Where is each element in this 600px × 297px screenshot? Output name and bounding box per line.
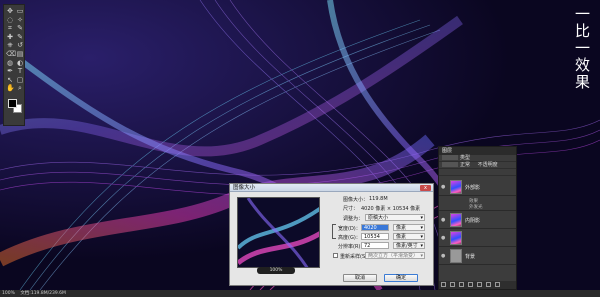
height-label: 高度(G)： <box>338 235 361 241</box>
folder-icon[interactable] <box>477 282 482 287</box>
layer-item[interactable]: ● <box>439 230 516 247</box>
layer-thumbnail <box>450 180 462 194</box>
effect-item: 外发光 <box>469 205 483 210</box>
stamp-icon[interactable]: ⎈ <box>6 42 14 49</box>
status-zoom[interactable]: 100% <box>2 291 15 296</box>
foreground-color-swatch[interactable] <box>8 99 17 108</box>
lasso-icon[interactable]: ◌ <box>6 16 14 24</box>
image-size-label: 图像大小： <box>343 197 369 203</box>
hand-icon[interactable]: ✋ <box>6 85 15 92</box>
dialog-title: 图像大小 <box>230 184 433 192</box>
visibility-eye-icon[interactable]: ● <box>441 184 447 190</box>
layer-thumbnail <box>450 213 462 227</box>
crop-icon[interactable]: ⌗ <box>6 25 14 32</box>
zoom-level: 100% <box>269 268 283 273</box>
dodge-icon[interactable]: ◐ <box>16 59 24 67</box>
blur-icon[interactable]: ◍ <box>6 59 14 67</box>
resample-checkbox[interactable] <box>333 253 338 258</box>
visibility-eye-icon[interactable]: ● <box>441 235 447 241</box>
visibility-eye-icon[interactable]: ● <box>441 217 447 223</box>
gradient-icon[interactable]: ▤ <box>16 51 24 58</box>
fit-label: 调整为： <box>343 216 364 222</box>
layers-panel: 图层 类型 正常 不透明度 ● 外部影 效果 外发光 ● 内阴影 ● ● 背景 <box>438 146 517 290</box>
lock-row <box>439 169 516 176</box>
layer-effects[interactable]: 效果 外发光 <box>439 197 516 211</box>
height-unit-dropdown[interactable]: 像素 <box>393 233 425 240</box>
layer-name: 内阴影 <box>465 218 481 224</box>
adjustment-icon[interactable] <box>468 282 473 287</box>
close-button[interactable]: x <box>420 185 431 191</box>
resolution-input[interactable]: 72 <box>361 242 389 249</box>
link-layers-icon[interactable] <box>441 282 446 287</box>
layers-filter-row[interactable]: 类型 <box>439 155 516 162</box>
layer-thumbnail <box>450 249 462 263</box>
dimensions-label: 尺寸： <box>343 206 359 212</box>
width-input[interactable]: 4020 <box>361 224 389 231</box>
status-bar: 100% 文档:119.8M/239.6M <box>0 290 600 297</box>
image-size-dialog: 图像大小 x 100% 图像大小： 119.8M 尺寸： 4020 像素 × 1… <box>229 183 434 286</box>
layer-thumbnail <box>450 231 462 245</box>
width-unit-dropdown[interactable]: 像素 <box>393 224 425 231</box>
layers-footer <box>439 281 516 289</box>
link-constraint-icon[interactable] <box>332 224 336 239</box>
image-size-value: 119.8M <box>369 196 388 202</box>
new-layer-icon[interactable] <box>486 282 491 287</box>
ok-button[interactable]: 确定 <box>384 274 418 282</box>
side-title: 一比一效果 <box>573 6 591 91</box>
width-label: 宽度(D)： <box>338 226 361 232</box>
brush-icon[interactable]: ✎ <box>16 33 24 41</box>
visibility-eye-icon[interactable]: ● <box>441 253 447 259</box>
type-icon[interactable]: T <box>16 68 24 75</box>
height-input[interactable]: 10534 <box>361 233 389 240</box>
layer-item-background[interactable]: ● 背景 <box>439 248 516 265</box>
history-brush-icon[interactable]: ↺ <box>16 42 24 49</box>
layers-panel-title: 图层 <box>439 147 516 155</box>
resample-method-dropdown[interactable]: 两次立方（平滑渐变） <box>365 252 425 259</box>
tools-panel: ✥ ▭ ◌ ✧ ⌗ ✎ ✚ ✎ ⎈ ↺ ⌫ ▤ ◍ ◐ ✒ T ↖ ▢ ✋ ⌕ <box>3 4 25 126</box>
layer-item[interactable]: ● 内阴影 <box>439 212 516 229</box>
cancel-button[interactable]: 取消 <box>343 274 377 282</box>
layer-item[interactable]: ● 外部影 <box>439 179 516 196</box>
layer-name: 外部影 <box>465 185 481 191</box>
move-icon[interactable]: ✥ <box>6 8 14 15</box>
mask-icon[interactable] <box>459 282 464 287</box>
trash-icon[interactable] <box>495 282 500 287</box>
fit-to-dropdown[interactable]: 原稿大小 <box>365 214 425 221</box>
magic-wand-icon[interactable]: ✧ <box>16 16 24 24</box>
eraser-icon[interactable]: ⌫ <box>6 51 16 58</box>
dimensions-value: 4020 像素 × 10534 像素 <box>361 206 421 212</box>
marquee-icon[interactable]: ▭ <box>16 8 24 15</box>
shape-icon[interactable]: ▢ <box>16 76 24 84</box>
eyedropper-icon[interactable]: ✎ <box>16 25 24 32</box>
pen-icon[interactable]: ✒ <box>6 68 14 75</box>
image-preview[interactable] <box>237 197 320 268</box>
resolution-unit-dropdown[interactable]: 像素/英寸 <box>393 242 425 249</box>
path-select-icon[interactable]: ↖ <box>6 76 14 84</box>
blend-mode-row[interactable]: 正常 不透明度 <box>439 162 516 169</box>
fx-icon[interactable] <box>450 282 455 287</box>
healing-icon[interactable]: ✚ <box>6 33 14 41</box>
layer-name: 背景 <box>465 254 476 260</box>
preview-zoom-bar[interactable]: 100% <box>257 267 295 274</box>
zoom-icon[interactable]: ⌕ <box>16 85 24 92</box>
status-doc-size: 文档:119.8M/239.6M <box>20 291 66 296</box>
